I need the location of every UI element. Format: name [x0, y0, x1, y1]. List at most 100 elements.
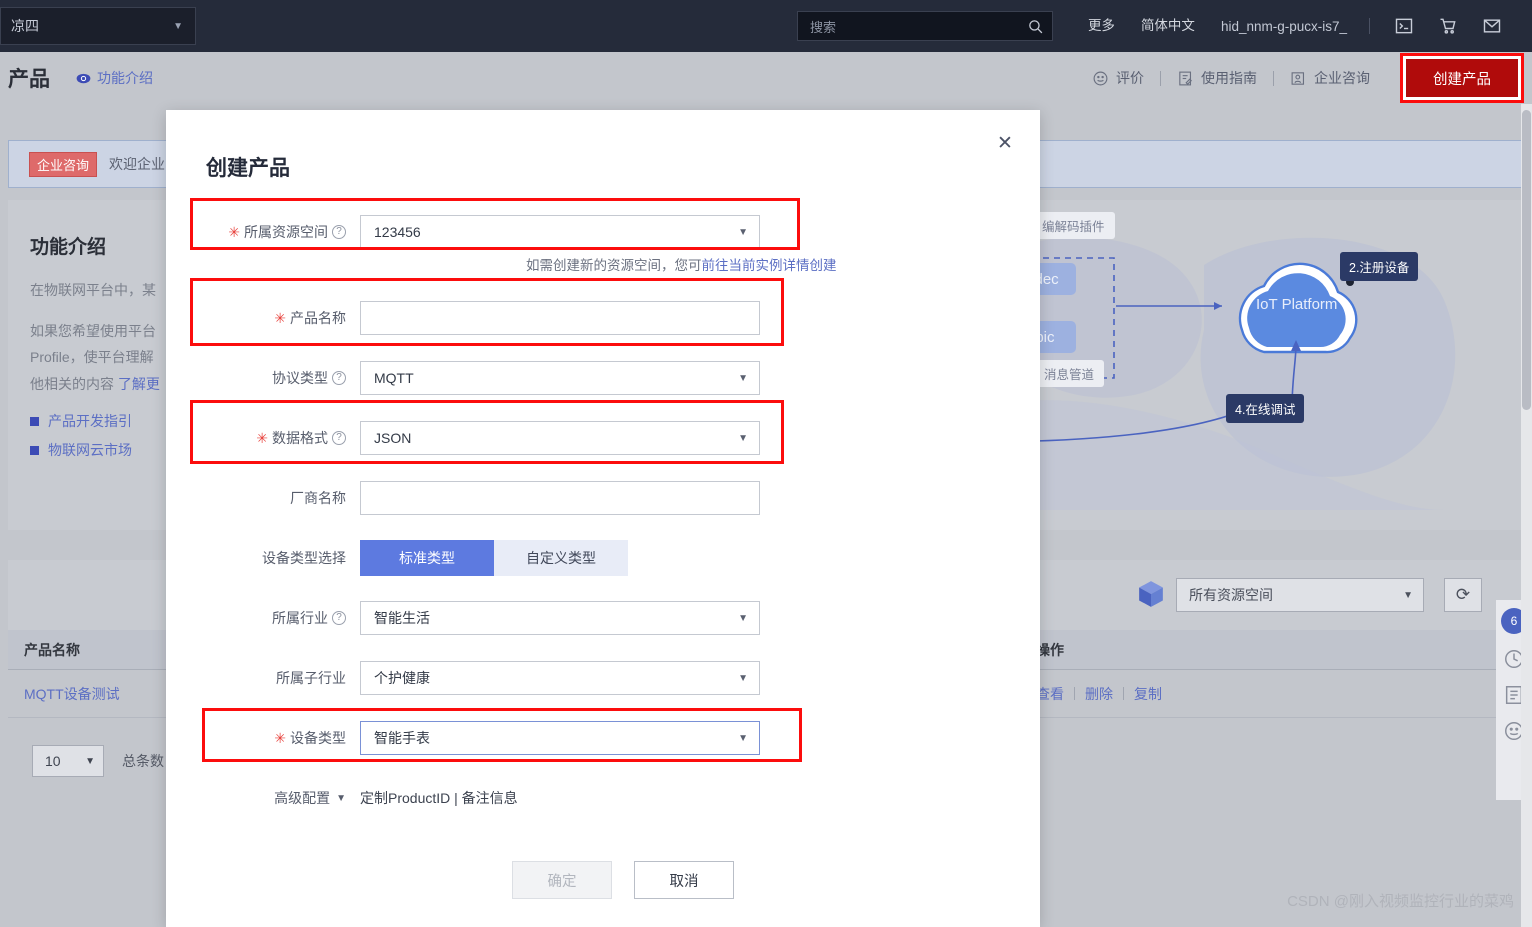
label-device-type: ✳ 设备类型 [166, 728, 360, 748]
data-format-select[interactable]: JSON ▼ [360, 421, 760, 455]
diagram-tag-register-device: 2.注册设备 [1340, 252, 1419, 281]
eye-icon [76, 73, 91, 83]
required-star-icon: ✳ [274, 729, 286, 746]
row-delete-action[interactable]: 删除 [1085, 684, 1113, 704]
intro-p2-line1: 如果您希望使用平台 [30, 322, 156, 339]
cart-icon[interactable] [1426, 16, 1470, 36]
resource-space-filter[interactable]: 所有资源空间 ▼ [1176, 578, 1424, 612]
page-size-selector[interactable]: 10 ▼ [32, 745, 104, 777]
topbar-more-link[interactable]: 更多 [1075, 0, 1128, 52]
help-icon[interactable]: ? [332, 371, 346, 385]
chevron-down-icon: ▼ [738, 612, 748, 624]
hint-row: 如需创建新的资源空间，您可前往当前实例详情创建 [166, 258, 1040, 288]
page-header-actions: 评价 使用指南 企业咨询 创建产品 [1076, 53, 1532, 103]
topbar-username[interactable]: hid_nnm-g-pucx-is7_ [1208, 19, 1357, 34]
protocol-type-select[interactable]: MQTT ▼ [360, 361, 760, 395]
label-protocol-type: 协议类型 ? [166, 368, 360, 388]
required-star-icon: ✳ [274, 309, 286, 326]
row-copy-action[interactable]: 复制 [1134, 684, 1162, 704]
chevron-down-icon: ▼ [85, 755, 95, 767]
advanced-config-toggle[interactable]: 高级配置 ▼ [166, 788, 360, 808]
device-type-segmented-control: 标准类型 自定义类型 [360, 540, 628, 576]
topbar-language-link[interactable]: 简体中文 [1128, 0, 1208, 52]
mail-icon[interactable] [1470, 16, 1514, 36]
label-protocol-type-text: 协议类型 [272, 370, 328, 386]
app-root: 凉四 ▼ 搜索 更多 简体中文 hid_nnm-g-pucx-is7_ 产品 功… [0, 0, 1532, 927]
topbar-divider [1369, 18, 1370, 34]
create-product-button[interactable]: 创建产品 [1406, 59, 1518, 97]
page-scrollbar-thumb[interactable] [1522, 110, 1531, 410]
region-selector[interactable]: 凉四 ▼ [0, 7, 196, 45]
field-row-data-format: ✳ 数据格式 ? JSON ▼ [166, 408, 1040, 468]
product-name-input[interactable] [360, 301, 760, 335]
hint-link[interactable]: 前往当前实例详情创建 [702, 258, 837, 273]
chevron-down-icon: ▼ [336, 792, 346, 804]
label-manufacturer-text: 厂商名称 [290, 490, 346, 506]
dialog-title: 创建产品 [206, 157, 290, 180]
total-count-label: 总条数 [122, 753, 164, 769]
manufacturer-input[interactable] [360, 481, 760, 515]
confirm-button[interactable]: 确定 [512, 861, 612, 899]
field-row-sub-industry: 所属子行业 个护健康 ▼ [166, 648, 1040, 708]
global-search[interactable]: 搜索 [796, 11, 1053, 41]
help-icon[interactable]: ? [332, 225, 346, 239]
protocol-type-value: MQTT [374, 370, 414, 386]
segment-custom-type[interactable]: 自定义类型 [494, 540, 628, 576]
required-star-icon: ✳ [228, 223, 240, 240]
advanced-config-links[interactable]: 定制ProductID | 备注信息 [360, 788, 518, 808]
advanced-config-row: 高级配置 ▼ 定制ProductID | 备注信息 [166, 768, 1040, 828]
help-icon[interactable]: ? [332, 611, 346, 625]
label-resource-space: ✳ 所属资源空间 ? [166, 222, 360, 242]
refresh-button[interactable]: ⟳ [1444, 578, 1482, 612]
cube-icon [1139, 581, 1163, 607]
search-input[interactable]: 搜索 [810, 17, 1027, 36]
search-icon [1029, 19, 1043, 33]
label-data-format-text: 数据格式 [272, 430, 328, 446]
sub-industry-select[interactable]: 个护健康 ▼ [360, 661, 760, 695]
label-device-type-text: 设备类型 [290, 730, 346, 746]
field-row-resource-space: ✳ 所属资源空间 ? 123456 ▼ [166, 202, 1040, 262]
refresh-icon: ⟳ [1455, 585, 1471, 604]
label-data-format: ✳ 数据格式 ? [166, 428, 360, 448]
table-col-operations: 操作 [1036, 641, 1064, 658]
page-size-value: 10 [45, 753, 61, 769]
notice-badge: 企业咨询 [29, 151, 98, 177]
industry-value: 智能生活 [374, 610, 430, 626]
topbar-right-group: 搜索 更多 简体中文 hid_nnm-g-pucx-is7_ [796, 0, 1532, 52]
label-product-name: ✳ 产品名称 [166, 308, 360, 328]
field-row-device-type: ✳ 设备类型 智能手表 ▼ [166, 708, 1040, 768]
chevron-down-icon: ▼ [173, 20, 183, 32]
sub-industry-value: 个护健康 [374, 670, 430, 686]
field-row-product-name: ✳ 产品名称 [166, 288, 1040, 348]
chevron-down-icon: ▼ [738, 226, 748, 238]
field-row-industry: 所属行业 ? 智能生活 ▼ [166, 588, 1040, 648]
cancel-button[interactable]: 取消 [634, 861, 734, 899]
label-sub-industry-text: 所属子行业 [276, 670, 346, 686]
help-icon[interactable]: ? [332, 431, 346, 445]
diagram-cloud-label: IoT Platform [1256, 296, 1338, 313]
intro-link-marketplace-label: 物联网云市场 [48, 442, 132, 459]
chevron-down-icon: ▼ [738, 732, 748, 744]
advanced-config-label: 高级配置 [274, 790, 331, 806]
label-manufacturer: 厂商名称 [166, 488, 360, 508]
guide-action[interactable]: 使用指南 [1161, 68, 1273, 88]
resource-space-value: 123456 [374, 224, 421, 240]
page-title: 产品 [8, 68, 50, 91]
segment-standard-type[interactable]: 标准类型 [360, 540, 494, 576]
device-type-select[interactable]: 智能手表 ▼ [360, 721, 760, 755]
close-icon[interactable]: ✕ [992, 130, 1018, 156]
rate-action[interactable]: 评价 [1076, 68, 1160, 88]
industry-select[interactable]: 智能生活 ▼ [360, 601, 760, 635]
row-view-action[interactable]: 查看 [1036, 684, 1064, 704]
label-industry-text: 所属行业 [272, 610, 328, 626]
consult-action[interactable]: 企业咨询 [1274, 68, 1386, 88]
console-icon[interactable] [1382, 16, 1426, 36]
resource-space-select[interactable]: 123456 ▼ [360, 215, 760, 249]
dialog-footer: 确定 取消 [166, 861, 1040, 899]
architecture-diagram: 编解码插件 Codec Topic 消息管道 IoT Platform 2.注册… [926, 210, 1514, 520]
intro-learn-more-link[interactable]: 了解更 [118, 376, 160, 392]
top-navigation-bar: 凉四 ▼ 搜索 更多 简体中文 hid_nnm-g-pucx-is7_ [0, 0, 1532, 52]
guide-icon [1179, 71, 1192, 85]
feature-intro-link[interactable]: 功能介绍 [76, 68, 153, 88]
resource-space-filter-value: 所有资源空间 [1189, 587, 1273, 603]
